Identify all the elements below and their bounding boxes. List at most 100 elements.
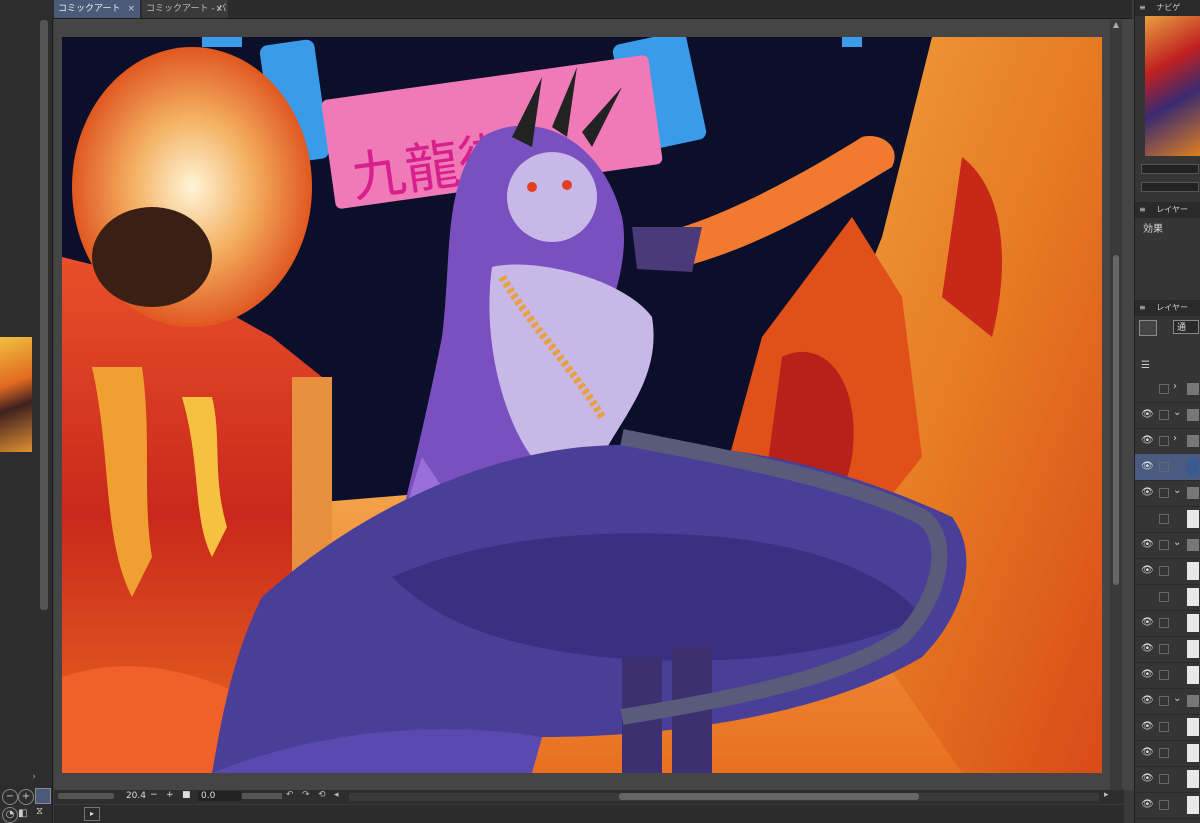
fit-view-icon[interactable] xyxy=(35,788,51,804)
lock-checkbox[interactable] xyxy=(1159,566,1169,576)
visibility-eye-icon[interactable]: 👁 xyxy=(1141,773,1154,784)
canvas-artwork[interactable]: 九龍街 xyxy=(62,37,1102,773)
visibility-eye-icon[interactable]: 👁 xyxy=(1141,695,1154,706)
layer-row[interactable]: 👁 ⌄ xyxy=(1135,688,1200,715)
layer-row[interactable]: 👁 xyxy=(1135,558,1200,585)
tab-comic-art[interactable]: コミックアート × xyxy=(54,0,140,18)
rotate-left-icon[interactable]: ↶ xyxy=(286,790,294,800)
visibility-eye-icon[interactable]: 👁 xyxy=(1141,799,1154,810)
sub-view-thumbnail[interactable] xyxy=(0,337,32,452)
layer-row[interactable]: 👁 ⌄ xyxy=(1135,402,1200,429)
close-icon[interactable]: × xyxy=(215,0,223,18)
layer-row[interactable]: 👁 xyxy=(1135,454,1200,481)
chevron-right-icon[interactable]: › xyxy=(1173,381,1177,392)
layer-row[interactable]: 👁 xyxy=(1135,714,1200,741)
layer-row[interactable]: 👁 xyxy=(1135,766,1200,793)
visibility-eye-icon[interactable]: 👁 xyxy=(1141,487,1154,498)
lock-checkbox[interactable] xyxy=(1159,696,1169,706)
layer-row[interactable]: 👁 › xyxy=(1135,428,1200,455)
zoom-value[interactable]: 20.4 xyxy=(122,791,146,801)
right-panel: ≡ ナビゲ ≡ レイヤー 効果 ≡ レイヤー 通 ☰ › 👁 ⌄ 👁 › 👁 👁 ⌄ 👁 ⌄ 👁 👁 👁… xyxy=(1134,0,1200,823)
lock-checkbox[interactable] xyxy=(1159,644,1169,654)
lock-checkbox[interactable] xyxy=(1159,592,1169,602)
chevron-down-icon[interactable]: ⌄ xyxy=(1173,485,1181,496)
timeline-toggle-icon[interactable]: ▸ xyxy=(84,807,100,821)
layer-row[interactable]: 👁 ⌄ xyxy=(1135,532,1200,559)
visibility-eye-icon[interactable]: 👁 xyxy=(1141,539,1154,550)
navigator-preview[interactable] xyxy=(1145,16,1200,156)
layer-row[interactable] xyxy=(1135,584,1200,611)
navigator-zoom-slider[interactable] xyxy=(1141,164,1199,174)
layer-thumbnail xyxy=(1187,614,1199,632)
zoom-in-icon[interactable]: + xyxy=(18,789,34,805)
zoom-out-icon[interactable]: − xyxy=(2,789,18,805)
layer-row[interactable]: 👁 xyxy=(1135,610,1200,637)
blend-mode-icon[interactable] xyxy=(1139,320,1157,336)
lock-checkbox[interactable] xyxy=(1159,514,1169,524)
scroll-up-icon[interactable]: ▲ xyxy=(1110,20,1122,30)
zoom-out-button[interactable]: − xyxy=(150,790,158,800)
visibility-eye-icon[interactable]: 👁 xyxy=(1141,565,1154,576)
visibility-eye-icon[interactable]: 👁 xyxy=(1141,435,1154,446)
rotation-angle-field[interactable]: 0.0 xyxy=(198,791,241,801)
scroll-right-icon[interactable]: ▸ xyxy=(1104,790,1109,800)
layer-row[interactable]: 👁 xyxy=(1135,662,1200,689)
chevron-down-icon[interactable]: ⌄ xyxy=(1173,693,1181,704)
visibility-eye-icon[interactable]: 👁 xyxy=(1141,721,1154,732)
blend-mode-select[interactable]: 通 xyxy=(1173,320,1199,334)
layer-row[interactable]: 👁 xyxy=(1135,792,1200,819)
lock-checkbox[interactable] xyxy=(1159,800,1169,810)
left-panel-scrollbar[interactable] xyxy=(40,20,48,610)
visibility-eye-icon[interactable]: 👁 xyxy=(1141,409,1154,420)
lock-checkbox[interactable] xyxy=(1159,722,1169,732)
scrollbar-thumb[interactable] xyxy=(1113,255,1119,585)
rotation-slider[interactable] xyxy=(242,793,282,799)
lock-checkbox[interactable] xyxy=(1159,462,1169,472)
visibility-eye-icon[interactable]: 👁 xyxy=(1141,643,1154,654)
canvas-vertical-scrollbar[interactable]: ▲ xyxy=(1110,20,1122,790)
layer-row[interactable]: 👁 ⌄ xyxy=(1135,480,1200,507)
visibility-eye-icon[interactable]: 👁 xyxy=(1141,617,1154,628)
flip-icon[interactable]: ◧ xyxy=(18,808,27,819)
layer-thumbnail xyxy=(1187,718,1199,736)
close-icon[interactable]: × xyxy=(127,0,135,18)
layer-row[interactable]: 👁 xyxy=(1135,636,1200,663)
lock-checkbox[interactable] xyxy=(1159,748,1169,758)
layer-thumbnail xyxy=(1187,510,1199,528)
visibility-eye-icon[interactable]: 👁 xyxy=(1141,747,1154,758)
visibility-eye-icon[interactable]: 👁 xyxy=(1141,669,1154,680)
scroll-down-icon[interactable]: › xyxy=(28,772,40,782)
navigator-rotate-slider[interactable] xyxy=(1141,182,1199,192)
scrollbar-thumb[interactable] xyxy=(619,793,919,800)
lock-checkbox[interactable] xyxy=(1159,410,1169,420)
layer-list: › 👁 ⌄ 👁 › 👁 👁 ⌄ 👁 ⌄ 👁 👁 👁 👁 👁 ⌄ 👁 👁 👁 👁 xyxy=(1135,376,1200,823)
menu-icon[interactable]: ≡ xyxy=(1139,205,1146,214)
lock-checkbox[interactable] xyxy=(1159,774,1169,784)
lock-checkbox[interactable] xyxy=(1159,384,1169,394)
layer-row[interactable]: › xyxy=(1135,376,1200,403)
zoom-slider[interactable] xyxy=(58,793,114,799)
visibility-eye-icon[interactable]: 👁 xyxy=(1141,461,1154,472)
arrange-icon[interactable]: ⧖ xyxy=(36,806,43,817)
layer-list-toggle-icon[interactable]: ☰ xyxy=(1141,360,1150,371)
rotate-icon[interactable]: ◔ xyxy=(2,807,18,823)
scroll-left-icon[interactable]: ◂ xyxy=(334,790,339,800)
layer-row[interactable] xyxy=(1135,506,1200,533)
canvas-horizontal-scrollbar[interactable] xyxy=(349,793,1099,801)
tab-comic-art-2[interactable]: コミックアート - パ × xyxy=(142,0,228,18)
lock-checkbox[interactable] xyxy=(1159,436,1169,446)
lock-checkbox[interactable] xyxy=(1159,540,1169,550)
menu-icon[interactable]: ≡ xyxy=(1139,303,1146,312)
chevron-right-icon[interactable]: › xyxy=(1173,433,1177,444)
lock-checkbox[interactable] xyxy=(1159,618,1169,628)
chevron-down-icon[interactable]: ⌄ xyxy=(1173,407,1181,418)
lock-checkbox[interactable] xyxy=(1159,488,1169,498)
rotate-right-icon[interactable]: ↷ xyxy=(302,790,310,800)
reset-rotation-icon[interactable]: ⟲ xyxy=(318,790,326,800)
layer-row[interactable]: 👁 xyxy=(1135,740,1200,767)
lock-checkbox[interactable] xyxy=(1159,670,1169,680)
menu-icon[interactable]: ≡ xyxy=(1139,3,1146,12)
chevron-down-icon[interactable]: ⌄ xyxy=(1173,537,1181,548)
zoom-reset-button[interactable]: ■ xyxy=(182,790,191,800)
zoom-in-button[interactable]: + xyxy=(166,790,174,800)
